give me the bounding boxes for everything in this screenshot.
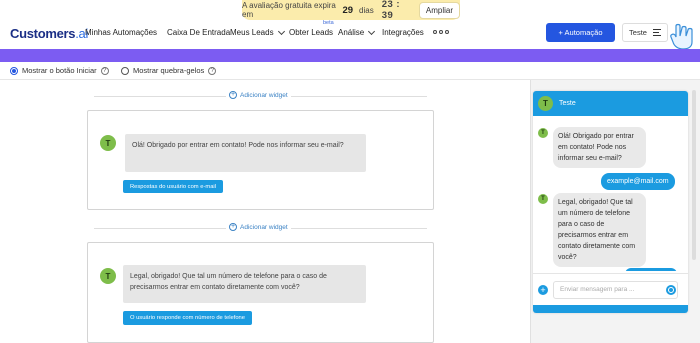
chat-scrollbar[interactable] — [692, 90, 696, 260]
help-icon[interactable]: ? — [208, 66, 217, 75]
nav-get-leads[interactable]: Obter Leads — [289, 28, 333, 37]
widget-options: Mostrar o botão Iniciar ? Mostrar quebra… — [0, 62, 700, 80]
message-widget-card[interactable]: T Legal, obrigado! Que tal um número de … — [87, 242, 434, 343]
brand-name: Customers — [10, 26, 76, 41]
add-attachment-icon[interactable]: + — [538, 285, 548, 295]
chat-footer — [533, 305, 688, 313]
show-icebreakers-option[interactable]: Mostrar quebra-gelos ? — [121, 66, 217, 75]
nav-my-automations[interactable]: Minhas Automações — [85, 28, 157, 37]
nav-analytics[interactable]: Análise — [338, 27, 376, 37]
nav-label: Meus Leads — [230, 28, 274, 37]
flow-canvas: + Adicionar widget T Olá! Obrigado por e… — [0, 80, 530, 343]
add-automation-button[interactable]: + Automação — [546, 23, 615, 42]
option-label: Mostrar quebra-gelos — [133, 66, 205, 75]
chat-avatar: T — [538, 96, 553, 111]
user-message: example@mail.com — [601, 173, 675, 190]
trial-countdown: 23 : 39 — [381, 0, 401, 21]
plus-icon: + — [229, 223, 237, 231]
nav-label: Minhas Automações — [85, 28, 158, 37]
avatar: T — [100, 135, 116, 151]
chevron-down-icon — [277, 27, 285, 35]
chat-messages: T Olá! Obrigado por entrar em contato! P… — [533, 116, 688, 271]
top-navigation: Customers.ai Minhas Automações Caixa De … — [0, 20, 700, 49]
nav-label: Análise — [338, 28, 365, 37]
test-button[interactable]: Teste — [622, 23, 668, 42]
hand-cursor-icon — [670, 23, 693, 50]
nav-label: Obter Leads — [289, 28, 334, 37]
widget-message-text[interactable]: Legal, obrigado! Que tal um número de te… — [123, 265, 366, 303]
chat-header: T Teste — [533, 91, 688, 116]
user-reply-phone-button[interactable]: O usuário responde com número de telefon… — [123, 311, 252, 325]
bot-message: Olá! Obrigado por entrar em contato! Pod… — [553, 127, 646, 168]
trial-banner: A avaliação gratuita expira em 29 dias 2… — [242, 0, 460, 21]
add-widget-button[interactable]: + Adicionar widget — [226, 223, 291, 231]
add-widget-label: Adicionar widget — [240, 91, 288, 99]
trial-days: 29 — [342, 4, 354, 16]
plus-icon: + — [229, 91, 237, 99]
user-message-partial — [625, 268, 677, 271]
bot-avatar: T — [538, 194, 548, 204]
bot-message: Legal, obrigado! Que tal um número de te… — [553, 193, 646, 267]
header-accent-band — [0, 49, 700, 62]
test-button-label: Teste — [629, 28, 647, 37]
brand-logo[interactable]: Customers.ai — [10, 26, 88, 41]
chat-input-area: + Enviar mensagem para ... — [533, 273, 688, 305]
beta-badge: beta — [323, 20, 334, 26]
add-widget-label: Adicionar widget — [240, 223, 288, 231]
show-start-button-option[interactable]: Mostrar o botão Iniciar ? — [10, 66, 109, 75]
help-icon[interactable]: ? — [100, 66, 109, 75]
more-dots-icon[interactable] — [433, 30, 449, 34]
option-label: Mostrar o botão Iniciar — [22, 66, 97, 75]
bot-avatar: T — [538, 128, 548, 138]
radio-unselected[interactable] — [121, 66, 129, 75]
nav-my-leads[interactable]: Meus Leads — [230, 27, 285, 37]
send-icon[interactable] — [666, 285, 676, 295]
message-widget-card[interactable]: T Olá! Obrigado por entrar em contato! P… — [87, 110, 434, 210]
chat-title: Teste — [559, 100, 576, 107]
add-widget-button[interactable]: + Adicionar widget — [226, 91, 291, 99]
extend-trial-button[interactable]: Ampliar — [418, 1, 460, 19]
nav-inbox[interactable]: Caixa De Entrada — [167, 28, 230, 37]
user-reply-email-button[interactable]: Respostas do usuário com e-mail — [123, 180, 223, 193]
widget-message-text[interactable]: Olá! Obrigado por entrar em contato! Pod… — [125, 134, 366, 172]
chat-message-input[interactable]: Enviar mensagem para ... — [553, 281, 678, 299]
nav-integrations[interactable]: Integrações — [382, 28, 424, 37]
avatar: T — [100, 268, 116, 284]
menu-icon — [652, 29, 661, 36]
nav-label: Caixa De Entrada — [167, 28, 231, 37]
chat-preview: T Teste T Olá! Obrigado por entrar em co… — [533, 91, 688, 313]
nav-label: Integrações — [382, 28, 424, 37]
chevron-down-icon — [368, 27, 376, 35]
trial-text: A avaliação gratuita expira em — [242, 1, 336, 19]
trial-days-label: dias — [359, 5, 374, 15]
radio-selected[interactable] — [10, 66, 18, 75]
